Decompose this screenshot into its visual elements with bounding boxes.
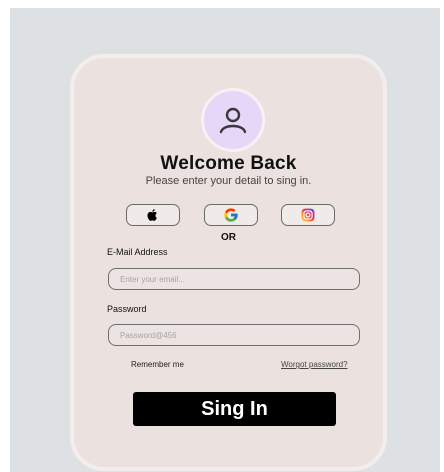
google-login-button[interactable] — [204, 204, 258, 226]
or-divider: OR — [221, 232, 236, 243]
sign-in-button[interactable]: Sing In — [133, 392, 336, 426]
user-icon — [219, 107, 247, 134]
apple-login-button[interactable] — [126, 204, 180, 226]
apple-icon — [147, 209, 157, 221]
forgot-password-link[interactable]: Worgot password? — [281, 360, 348, 369]
email-label: E-Mail Address — [107, 247, 168, 257]
avatar — [201, 88, 265, 152]
welcome-title: Welcome Back — [160, 153, 297, 174]
password-field[interactable] — [108, 324, 360, 346]
google-icon — [224, 208, 238, 222]
instagram-login-button[interactable] — [281, 204, 335, 226]
welcome-subtitle: Please enter your detail to sing in. — [145, 175, 312, 187]
background: Welcome Back Please enter your detail to… — [10, 8, 440, 472]
instagram-icon — [301, 208, 315, 222]
email-field[interactable] — [108, 268, 360, 290]
remember-me-label[interactable]: Remember me — [131, 360, 184, 369]
password-label: Password — [107, 304, 147, 314]
login-card: Welcome Back Please enter your detail to… — [70, 54, 387, 471]
